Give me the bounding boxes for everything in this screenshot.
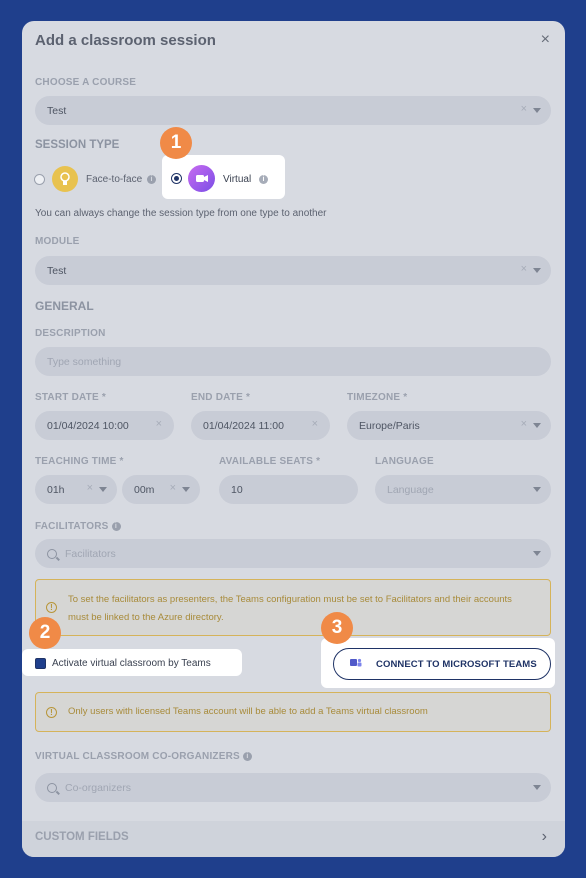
clear-icon[interactable]: × xyxy=(156,418,162,430)
facilitators-warning-text: To set the facilitators as presenters, t… xyxy=(68,594,512,623)
info-icon: i xyxy=(242,751,252,761)
warning-icon: ! xyxy=(46,602,57,613)
dialog-title: Add a classroom session xyxy=(35,32,216,49)
clear-icon[interactable]: × xyxy=(87,482,93,494)
hours-select[interactable]: 01h × xyxy=(35,475,117,504)
face-to-face-label[interactable]: Face-to-face xyxy=(86,174,142,185)
facilitators-label: FACILITATORS i xyxy=(35,521,121,532)
facilitators-warning: ! To set the facilitators as presenters,… xyxy=(35,579,551,636)
description-label: DESCRIPTION xyxy=(35,328,106,339)
chevron-down-icon[interactable] xyxy=(533,423,541,428)
teams-warning-text: Only users with licensed Teams account w… xyxy=(68,706,428,717)
virtual-label[interactable]: Virtual xyxy=(223,174,251,185)
clear-icon[interactable]: × xyxy=(521,263,527,275)
step-badge-1: 1 xyxy=(160,127,192,159)
info-icon: i xyxy=(111,521,121,531)
facilitators-search[interactable]: Facilitators xyxy=(35,539,551,568)
chevron-down-icon[interactable] xyxy=(533,108,541,113)
language-select[interactable]: Language xyxy=(375,475,551,504)
chevron-down-icon[interactable] xyxy=(533,551,541,556)
facilitators-label-text: FACILITATORS xyxy=(35,521,109,532)
close-icon[interactable]: × xyxy=(541,31,550,49)
seats-label: AVAILABLE SEATS * xyxy=(219,456,321,467)
language-label: LANGUAGE xyxy=(375,456,434,467)
step-badge-3: 3 xyxy=(321,612,353,644)
timezone-label: TIMEZONE * xyxy=(347,392,408,403)
clear-icon[interactable]: × xyxy=(521,103,527,115)
teams-checkbox-label[interactable]: Activate virtual classroom by Teams xyxy=(52,658,211,669)
chevron-down-icon[interactable] xyxy=(533,487,541,492)
radio-face-to-face[interactable] xyxy=(34,174,45,185)
coorganizers-label-text: VIRTUAL CLASSROOM CO-ORGANIZERS xyxy=(35,751,240,762)
facilitators-placeholder: Facilitators xyxy=(65,547,116,560)
start-date-input[interactable]: 01/04/2024 10:00 × xyxy=(35,411,174,440)
description-input[interactable]: Type something xyxy=(35,347,551,376)
hours-value: 01h xyxy=(47,483,65,496)
radio-virtual[interactable] xyxy=(171,173,182,184)
chevron-down-icon[interactable] xyxy=(533,785,541,790)
timezone-value: Europe/Paris xyxy=(359,419,420,432)
start-date-value: 01/04/2024 10:00 xyxy=(47,419,129,432)
coorganizers-label: VIRTUAL CLASSROOM CO-ORGANIZERS i xyxy=(35,751,252,762)
end-date-value: 01/04/2024 11:00 xyxy=(203,419,284,432)
face-to-face-icon xyxy=(52,166,78,192)
teaching-time-label: TEACHING TIME * xyxy=(35,456,124,467)
course-value: Test xyxy=(47,104,67,117)
info-icon: i xyxy=(147,175,156,184)
clear-icon[interactable]: × xyxy=(312,418,318,430)
add-session-dialog: Add a classroom session × CHOOSE A COURS… xyxy=(22,21,565,857)
chevron-down-icon[interactable] xyxy=(99,487,107,492)
minutes-value: 00m xyxy=(134,483,155,496)
seats-value: 10 xyxy=(231,483,243,496)
module-value: Test xyxy=(47,264,67,277)
search-icon xyxy=(47,548,57,559)
description-placeholder: Type something xyxy=(47,355,122,368)
start-date-label: START DATE * xyxy=(35,392,106,403)
chevron-down-icon[interactable] xyxy=(182,487,190,492)
course-label: CHOOSE A COURSE xyxy=(35,77,137,88)
connect-teams-button[interactable]: CONNECT TO MICROSOFT TEAMS xyxy=(333,648,551,680)
timezone-select[interactable]: Europe/Paris × xyxy=(347,411,551,440)
chevron-right-icon: › xyxy=(541,828,547,845)
video-camera-icon xyxy=(188,165,215,192)
coorganizers-placeholder: Co-organizers xyxy=(65,781,131,794)
custom-fields-row[interactable]: CUSTOM FIELDS › xyxy=(22,821,565,857)
session-type-hint: You can always change the session type f… xyxy=(35,208,327,219)
general-heading: GENERAL xyxy=(35,299,94,313)
module-label: MODULE xyxy=(35,236,80,247)
chevron-down-icon[interactable] xyxy=(533,268,541,273)
module-select[interactable]: Test × xyxy=(35,256,551,285)
clear-icon[interactable]: × xyxy=(521,418,527,430)
clear-icon[interactable]: × xyxy=(170,482,176,494)
seats-input[interactable]: 10 xyxy=(219,475,358,504)
custom-fields-label: CUSTOM FIELDS xyxy=(35,831,129,843)
language-placeholder: Language xyxy=(387,483,434,496)
course-select[interactable]: Test × xyxy=(35,96,551,125)
warning-icon: ! xyxy=(46,707,57,718)
session-type-label: SESSION TYPE xyxy=(35,139,120,151)
info-icon: i xyxy=(259,175,268,184)
coorganizers-search[interactable]: Co-organizers xyxy=(35,773,551,802)
end-date-input[interactable]: 01/04/2024 11:00 × xyxy=(191,411,330,440)
minutes-select[interactable]: 00m × xyxy=(122,475,200,504)
teams-warning: ! Only users with licensed Teams account… xyxy=(35,692,551,732)
connect-teams-label: CONNECT TO MICROSOFT TEAMS xyxy=(376,658,537,670)
teams-checkbox[interactable] xyxy=(35,658,46,669)
search-icon xyxy=(47,782,57,793)
step-badge-2: 2 xyxy=(29,617,61,649)
end-date-label: END DATE * xyxy=(191,392,251,403)
microsoft-teams-icon xyxy=(350,655,362,673)
